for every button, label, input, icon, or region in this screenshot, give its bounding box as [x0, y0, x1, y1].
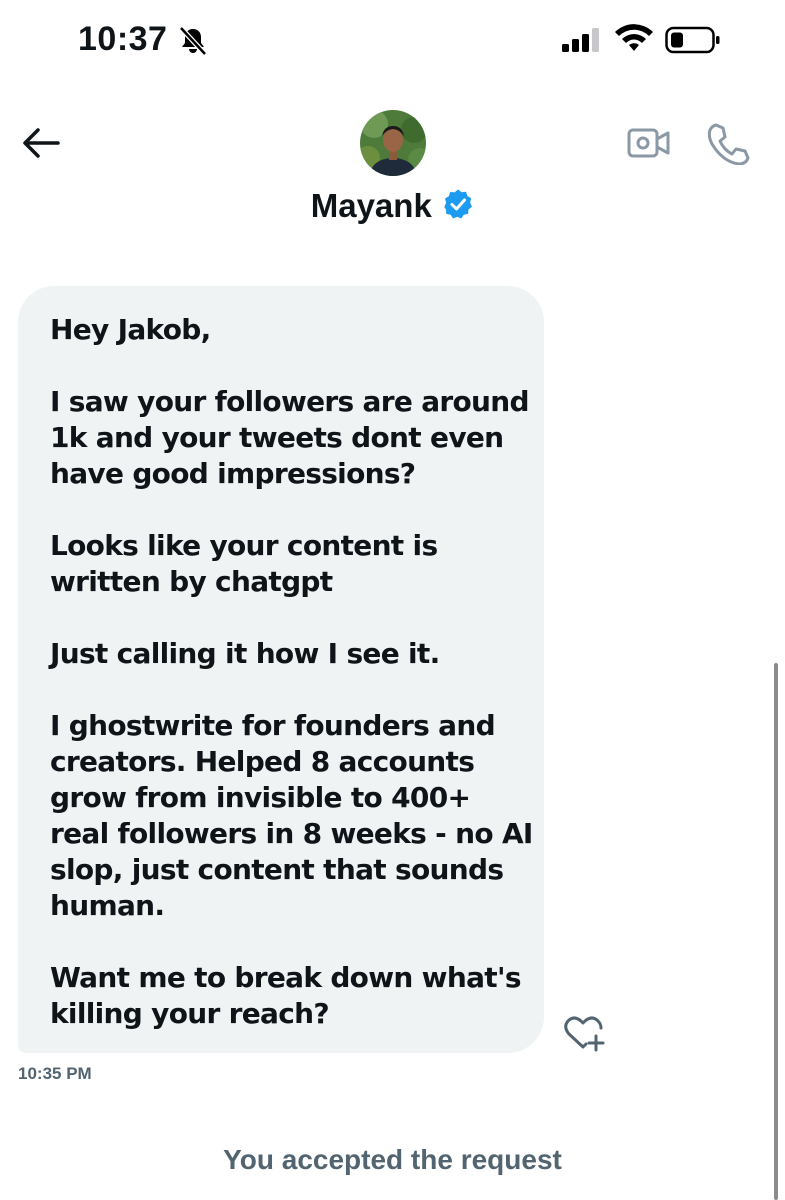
bell-slash-icon	[179, 26, 207, 56]
message-line: have good impressions?	[50, 457, 416, 490]
back-arrow-icon[interactable]	[20, 125, 62, 161]
message-line: slop, just content that sounds	[50, 853, 504, 886]
message-line: Just calling it how I see it.	[50, 637, 440, 670]
message-timestamp: 10:35 PM	[18, 1064, 92, 1083]
message-line: written by chatgpt	[50, 565, 333, 598]
dm-conversation-screen: 10:37 Mayank Hey Jakob, I saw your follo…	[0, 0, 785, 1200]
status-bar: 10:37	[0, 0, 785, 90]
battery-icon	[665, 26, 720, 54]
message-line: creators. Helped 8 accounts	[50, 745, 475, 778]
contact-name-row: Mayank	[0, 187, 785, 225]
message-line: 1k and your tweets dont even	[50, 421, 504, 454]
message-line: Want me to break down what's	[50, 961, 521, 994]
message-line: Looks like your content is	[50, 529, 438, 562]
phone-icon[interactable]	[706, 121, 750, 165]
conversation-header: Mayank	[0, 95, 785, 245]
message-bubble[interactable]: Hey Jakob, I saw your followers are arou…	[18, 286, 544, 1053]
message-line: human.	[50, 889, 165, 922]
message-line: I ghostwrite for founders and	[50, 709, 496, 742]
wifi-icon	[615, 24, 653, 51]
message-line: real followers in 8 weeks - no AI	[50, 817, 533, 850]
cellular-signal-icon	[562, 28, 599, 52]
request-accepted-notice: You accepted the request	[223, 1144, 562, 1175]
message-line: Hey Jakob,	[50, 313, 211, 346]
heart-plus-icon[interactable]	[562, 1012, 608, 1052]
video-call-icon[interactable]	[626, 125, 672, 161]
status-time: 10:37	[78, 20, 168, 58]
scrollbar[interactable]	[774, 663, 778, 1200]
message-line: grow from invisible to 400+	[50, 781, 471, 814]
message-line: I saw your followers are around	[50, 385, 530, 418]
verified-badge-icon	[444, 189, 473, 219]
contact-name[interactable]: Mayank	[311, 187, 432, 225]
avatar[interactable]	[360, 110, 426, 176]
message-line: killing your reach?	[50, 997, 330, 1030]
